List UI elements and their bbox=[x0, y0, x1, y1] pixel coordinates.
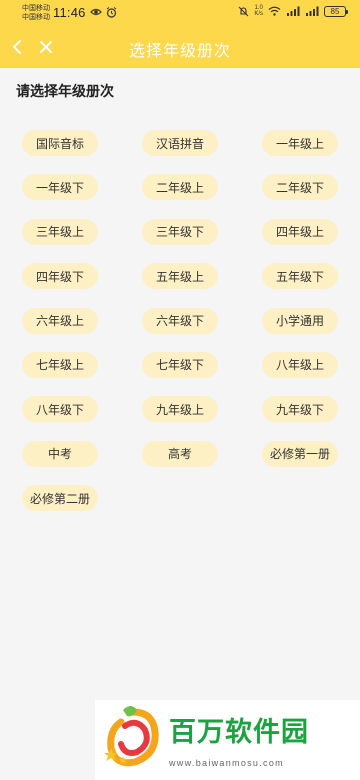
alarm-icon bbox=[106, 7, 117, 18]
grade-option-chip[interactable]: 七年级下 bbox=[142, 351, 218, 378]
grade-option-chip[interactable]: 小学通用 bbox=[262, 307, 338, 334]
grade-option-chip[interactable]: 三年级下 bbox=[142, 218, 218, 245]
eye-icon bbox=[90, 8, 102, 16]
grade-option-chip[interactable]: 二年级上 bbox=[142, 174, 218, 201]
battery-indicator: 85 bbox=[324, 5, 348, 17]
signal-icon-1 bbox=[287, 6, 300, 16]
grade-option-chip[interactable]: 一年级上 bbox=[262, 130, 338, 156]
grade-option-chip[interactable]: 一年级下 bbox=[22, 174, 98, 201]
grade-option-chip[interactable]: 高考 bbox=[142, 440, 218, 467]
grade-option-chip[interactable]: 三年级上 bbox=[22, 218, 98, 245]
carrier-1: 中国移动 bbox=[22, 5, 50, 12]
carrier-2: 中国移动 bbox=[22, 14, 50, 21]
grade-option-chip[interactable]: 九年级下 bbox=[262, 396, 338, 423]
grade-option-chip[interactable]: 必修第二册 bbox=[22, 485, 98, 512]
section-title: 请选择年级册次 bbox=[16, 83, 114, 99]
grade-option-chip[interactable]: 九年级上 bbox=[142, 396, 218, 423]
grade-option-chip[interactable]: 国际音标 bbox=[22, 130, 98, 156]
mute-bell-icon bbox=[238, 6, 249, 16]
baiwan-logo-icon bbox=[104, 706, 159, 767]
status-bar: 中国移动 中国移动 11:46 1.0 K/s 85 bbox=[0, 0, 360, 26]
grade-option-chip[interactable]: 四年级上 bbox=[262, 218, 338, 245]
grade-option-chip[interactable]: 六年级下 bbox=[142, 307, 218, 334]
watermark-title: 百万软件园 bbox=[169, 717, 309, 747]
net-speed-unit: K/s bbox=[254, 11, 263, 17]
grade-option-chip[interactable]: 五年级上 bbox=[142, 263, 218, 290]
grade-option-chip[interactable]: 八年级上 bbox=[262, 351, 338, 378]
app-header: 中国移动 中国移动 11:46 1.0 K/s 85 选择年级册次 bbox=[0, 0, 360, 68]
grade-option-chip[interactable]: 六年级上 bbox=[22, 307, 98, 334]
grade-options-grid: 国际音标 汉语拼音 一年级上一年级下 二年级上 二年级下三年级上 三年级下 四年级上四年级下… bbox=[22, 130, 340, 512]
clock: 11:46 bbox=[53, 5, 86, 20]
carrier-labels: 中国移动 中国移动 bbox=[22, 4, 50, 22]
grade-option-chip[interactable]: 四年级下 bbox=[22, 263, 98, 290]
grade-option-chip[interactable]: 五年级下 bbox=[262, 263, 338, 290]
status-left-icons bbox=[90, 7, 117, 18]
watermark-url: www.baiwanmosu.com bbox=[169, 758, 284, 768]
net-speed: 1.0 K/s bbox=[254, 5, 263, 17]
wifi-icon bbox=[268, 6, 281, 16]
grade-option-chip[interactable]: 二年级下 bbox=[262, 174, 338, 201]
grade-option-chip[interactable]: 八年级下 bbox=[22, 396, 98, 423]
grade-option-chip[interactable]: 必修第一册 bbox=[262, 440, 338, 467]
nav-bar: 选择年级册次 bbox=[0, 26, 360, 68]
status-right-icons: 1.0 K/s 85 bbox=[238, 5, 348, 17]
grade-option-chip[interactable]: 七年级上 bbox=[22, 351, 98, 378]
page-title: 选择年级册次 bbox=[128, 43, 231, 60]
signal-icon-2 bbox=[306, 6, 319, 16]
grade-option-chip[interactable]: 中考 bbox=[22, 440, 98, 467]
watermark-banner: 百万软件园 www.baiwanmosu.com bbox=[95, 700, 360, 780]
grade-option-chip[interactable]: 汉语拼音 bbox=[142, 130, 218, 156]
